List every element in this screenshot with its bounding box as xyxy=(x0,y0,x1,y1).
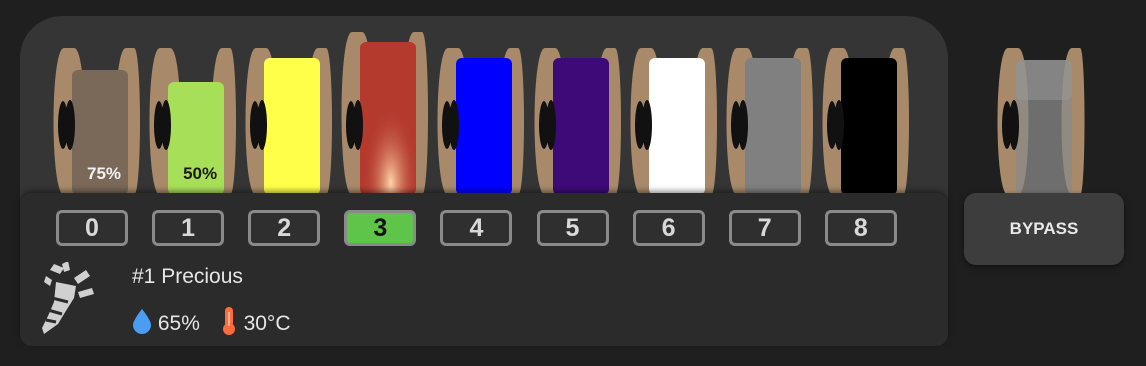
spool-4[interactable] xyxy=(434,30,526,196)
environment-status: 65% 30°C xyxy=(132,306,291,335)
bypass-spool xyxy=(994,30,1088,196)
spool-7[interactable] xyxy=(723,30,815,196)
spool-1[interactable]: 50% xyxy=(146,30,238,196)
spool-6[interactable] xyxy=(627,30,719,196)
spool-3[interactable] xyxy=(338,30,430,196)
gate-button-6[interactable]: 6 xyxy=(632,210,705,246)
gate-button-2[interactable]: 2 xyxy=(248,210,321,246)
humidity-value: 65% xyxy=(157,312,200,335)
gate-button-0[interactable]: 0 xyxy=(56,210,128,246)
gate-button-5[interactable]: 5 xyxy=(536,210,609,246)
spool-2[interactable] xyxy=(242,30,334,196)
gate-button-8[interactable]: 8 xyxy=(824,210,897,246)
gate-button-3[interactable]: 3 xyxy=(344,210,417,246)
spool-8[interactable] xyxy=(819,30,911,196)
spool-0[interactable]: 75% xyxy=(50,30,142,196)
thermometer-icon xyxy=(220,306,238,342)
bypass-button[interactable]: BYPASS xyxy=(964,193,1124,265)
gate-button-7[interactable]: 7 xyxy=(728,210,801,246)
spool-5[interactable] xyxy=(531,30,623,196)
gate-selector-row: 012345678 xyxy=(56,210,901,250)
gate-button-1[interactable]: 1 xyxy=(152,210,225,246)
droplet-icon xyxy=(132,308,152,340)
gate-button-4[interactable]: 4 xyxy=(440,210,513,246)
extruder-nozzle-icon xyxy=(34,261,102,334)
temperature-value: 30°C xyxy=(243,312,291,335)
tool-name: #1 Precious xyxy=(132,265,243,288)
